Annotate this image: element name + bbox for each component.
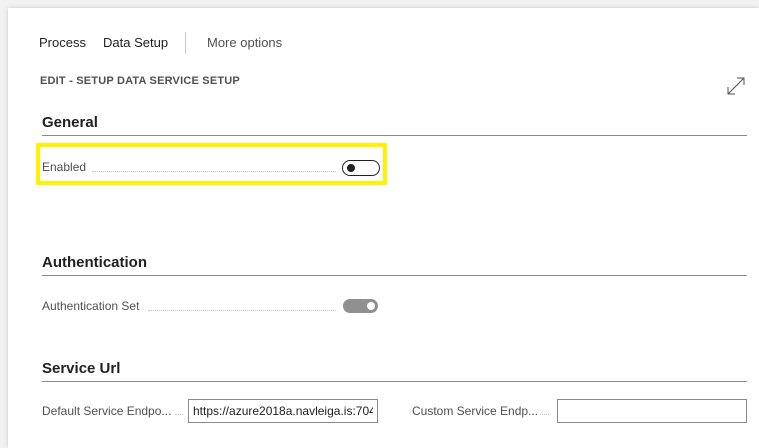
service-url-section-title: Service Url: [42, 360, 121, 377]
expand-icon[interactable]: [724, 74, 748, 98]
custom-service-endpoint-dotted-leader: [540, 414, 549, 415]
default-service-endpoint-dotted-leader: [175, 414, 183, 415]
service-url-section-divider: [42, 381, 747, 382]
enabled-label: Enabled: [42, 160, 87, 174]
expand-diagonal-arrows-icon: [727, 77, 745, 95]
data-setup-action[interactable]: Data Setup: [103, 35, 168, 50]
custom-service-endpoint-input[interactable]: [557, 399, 747, 423]
enabled-toggle[interactable]: [342, 160, 380, 176]
enabled-dotted-leader: [92, 171, 336, 172]
authentication-section-divider: [42, 275, 747, 276]
page-title: EDIT - SETUP DATA SERVICE SETUP: [40, 75, 240, 87]
authentication-set-label: Authentication Set: [42, 299, 140, 313]
default-service-endpoint-label: Default Service Endpo...: [42, 404, 172, 418]
authentication-section-title: Authentication: [42, 254, 147, 271]
authentication-set-dotted-leader: [148, 310, 336, 311]
general-section-divider: [42, 135, 747, 136]
enabled-highlight-box: [36, 143, 387, 185]
general-section-title: General: [42, 114, 98, 131]
setup-card-panel: Process Data Setup More options EDIT - S…: [8, 8, 759, 448]
custom-service-endpoint-label: Custom Service Endp...: [412, 404, 539, 418]
enabled-toggle-knob: [347, 163, 355, 172]
action-separator: [185, 32, 186, 54]
more-options-action[interactable]: More options: [207, 35, 282, 50]
default-service-endpoint-input[interactable]: [188, 399, 378, 423]
authentication-set-toggle-knob: [367, 302, 375, 310]
authentication-set-toggle: [343, 299, 378, 313]
process-action[interactable]: Process: [39, 35, 86, 50]
